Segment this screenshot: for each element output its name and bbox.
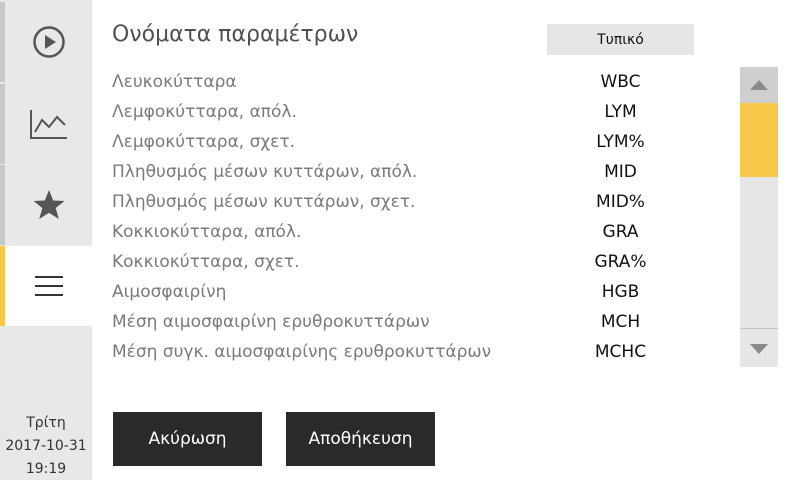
parameter-name: Κοκκιοκύτταρα, σχετ.: [112, 252, 300, 272]
list-item[interactable]: Λεμφοκύτταρα, σχετ. LYM%: [0, 127, 740, 157]
parameter-code: LYM: [604, 102, 637, 122]
list-item[interactable]: Κοκκιοκύτταρα, απόλ. GRA: [0, 217, 740, 247]
triangle-up-icon: [750, 80, 768, 90]
list-item[interactable]: Λευκοκύτταρα WBC: [0, 67, 740, 97]
parameter-name: Κοκκιοκύτταρα, απόλ.: [112, 222, 302, 242]
parameter-code: MCHC: [594, 342, 647, 362]
parameter-code: WBC: [600, 72, 641, 92]
triangle-down-icon: [750, 344, 768, 354]
scroll-up-button[interactable]: [740, 67, 778, 103]
parameter-code: MID: [604, 162, 637, 182]
parameter-code: GRA: [602, 222, 639, 242]
standard-button[interactable]: Τυπικό: [547, 24, 694, 55]
play-icon: [32, 26, 65, 58]
parameter-code: MCH: [600, 312, 641, 332]
parameter-name: Λευκοκύτταρα: [112, 72, 237, 92]
page-title: Ονόματα παραμέτρων: [112, 22, 359, 47]
scroll-down-button[interactable]: [740, 331, 778, 367]
weekday-label: Τρίτη: [26, 415, 66, 431]
list-item[interactable]: Μέση αιμοσφαιρίνη ερυθροκυττάρων MCH: [0, 307, 740, 337]
list-item[interactable]: Πληθυσμός μέσων κυττάρων, απόλ. MID: [0, 157, 740, 187]
list-item[interactable]: Αιμοσφαιρίνη HGB: [0, 277, 740, 307]
parameter-code: MID%: [596, 192, 645, 212]
parameter-code: GRA%: [594, 252, 647, 272]
parameter-name: Λεμφοκύτταρα, απόλ.: [112, 102, 297, 122]
date-label: 2017-10-31: [5, 438, 87, 454]
scroll-divider: [740, 328, 778, 329]
parameter-name: Πληθυσμός μέσων κυττάρων, απόλ.: [112, 162, 418, 182]
list-item[interactable]: Λεμφοκύτταρα, απόλ. LYM: [0, 97, 740, 127]
parameter-name: Μέση συγκ. αιμοσφαιρίνης ερυθροκυττάρων: [112, 342, 492, 362]
scrollbar[interactable]: [740, 67, 778, 367]
scroll-thumb[interactable]: [740, 103, 778, 177]
parameter-name: Πληθυσμός μέσων κυττάρων, σχετ.: [112, 192, 416, 212]
list-item[interactable]: Κοκκιοκύτταρα, σχετ. GRA%: [0, 247, 740, 277]
parameter-name: Λεμφοκύτταρα, σχετ.: [112, 132, 296, 152]
list-item[interactable]: Πληθυσμός μέσων κυττάρων, σχετ. MID%: [0, 187, 740, 217]
parameter-code: LYM%: [596, 132, 645, 152]
parameter-name: Μέση αιμοσφαιρίνη ερυθροκυττάρων: [112, 312, 430, 332]
cancel-button[interactable]: Ακύρωση: [113, 412, 262, 466]
save-button[interactable]: Αποθήκευση: [286, 412, 435, 466]
list-item[interactable]: Μέση συγκ. αιμοσφαιρίνης ερυθροκυττάρων …: [0, 337, 740, 367]
parameter-name: Αιμοσφαιρίνη: [112, 282, 227, 302]
parameter-code: HGB: [601, 282, 640, 302]
time-label: 19:19: [25, 461, 67, 477]
